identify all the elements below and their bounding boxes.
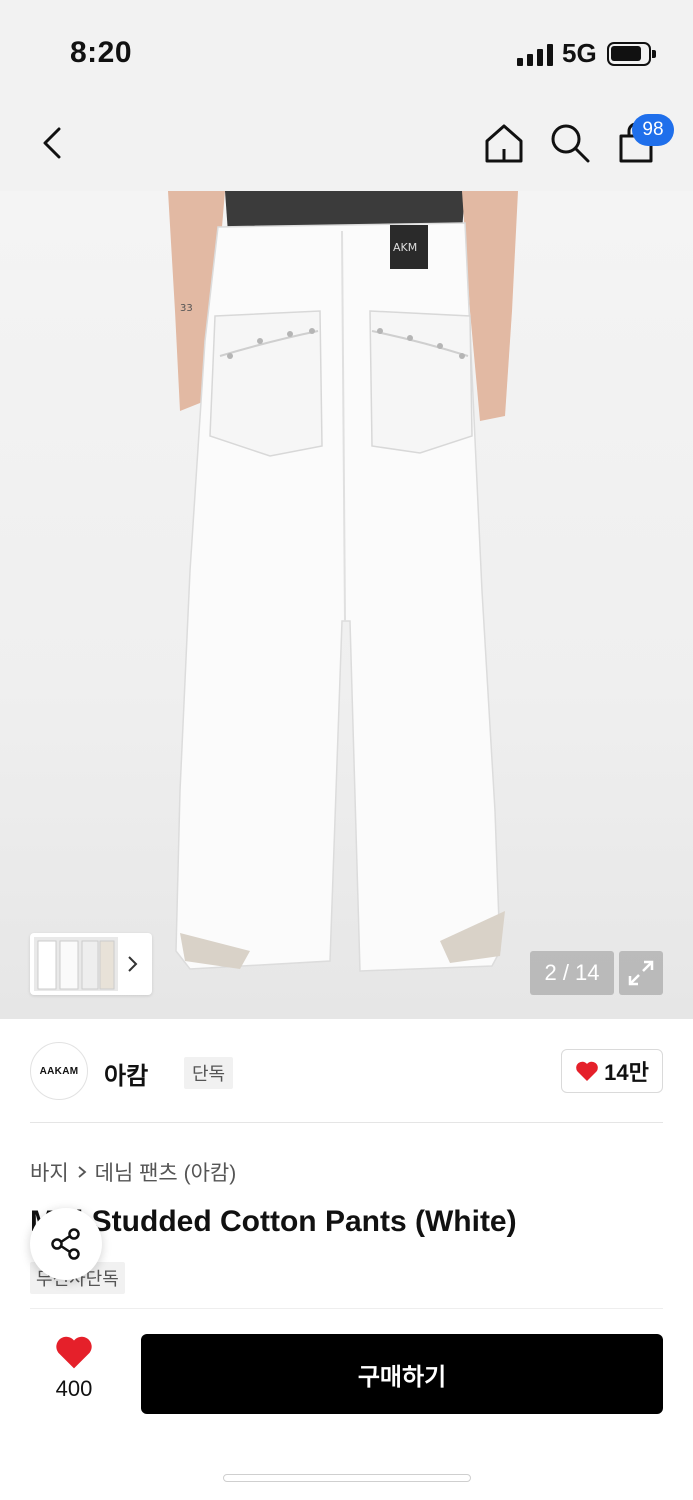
home-button[interactable] <box>480 119 528 167</box>
image-page-counter: 2 / 14 <box>530 951 614 995</box>
bottom-action-bar: 400 구매하기 <box>0 1312 693 1500</box>
buy-button[interactable]: 구매하기 <box>141 1334 663 1414</box>
share-icon <box>51 1228 80 1260</box>
brand-logo[interactable]: AAKAM <box>30 1042 88 1100</box>
status-bar: 8:20 5G <box>0 0 693 105</box>
cart-count-badge: 98 <box>632 114 674 146</box>
share-button[interactable] <box>30 1208 102 1280</box>
top-navigation <box>0 105 693 191</box>
brand-name[interactable]: 아캄 <box>104 1056 148 1091</box>
thumbnail-strip[interactable] <box>30 933 152 995</box>
brand-like-button[interactable]: 14만 <box>561 1049 663 1093</box>
breadcrumb: 바지 데님 팬츠 (아캄) <box>30 1157 236 1187</box>
brand-row: AAKAM 아캄 단독 14만 <box>30 1042 663 1102</box>
thumbnail-image <box>34 937 118 991</box>
product-photo-pants: 33 AKM <box>168 191 518 972</box>
expand-icon <box>628 960 654 986</box>
wishlist-button[interactable]: 400 <box>42 1334 106 1424</box>
svg-text:AKM: AKM <box>393 241 417 254</box>
home-icon <box>485 124 523 163</box>
cellular-signal-icon <box>517 44 553 66</box>
heart-icon <box>56 1336 92 1369</box>
expand-button[interactable] <box>619 951 663 995</box>
status-time: 8:20 <box>70 36 133 69</box>
brand-like-count: 14만 <box>604 1060 649 1085</box>
chevron-right-icon <box>78 1166 87 1178</box>
product-image[interactable]: 33 AKM <box>0 191 693 1019</box>
search-icon <box>551 124 590 163</box>
heart-icon <box>576 1061 598 1081</box>
battery-icon <box>607 42 656 66</box>
breadcrumb-subcategory[interactable]: 데님 팬츠 (아캄) <box>95 1157 237 1187</box>
network-type: 5G <box>562 38 597 68</box>
product-title: M ri Studded Cotton Pants (White) <box>30 1205 517 1238</box>
wishlist-count: 400 <box>55 1376 93 1401</box>
home-indicator[interactable] <box>223 1474 471 1482</box>
svg-text:33: 33 <box>180 303 193 314</box>
search-button[interactable] <box>546 119 594 167</box>
divider <box>30 1122 663 1123</box>
brand-exclusive-tag: 단독 <box>184 1057 234 1089</box>
breadcrumb-category[interactable]: 바지 <box>30 1157 69 1187</box>
back-button[interactable] <box>30 121 74 165</box>
chevron-left-icon <box>43 127 61 159</box>
chevron-right-icon <box>128 956 138 972</box>
divider <box>30 1308 663 1309</box>
